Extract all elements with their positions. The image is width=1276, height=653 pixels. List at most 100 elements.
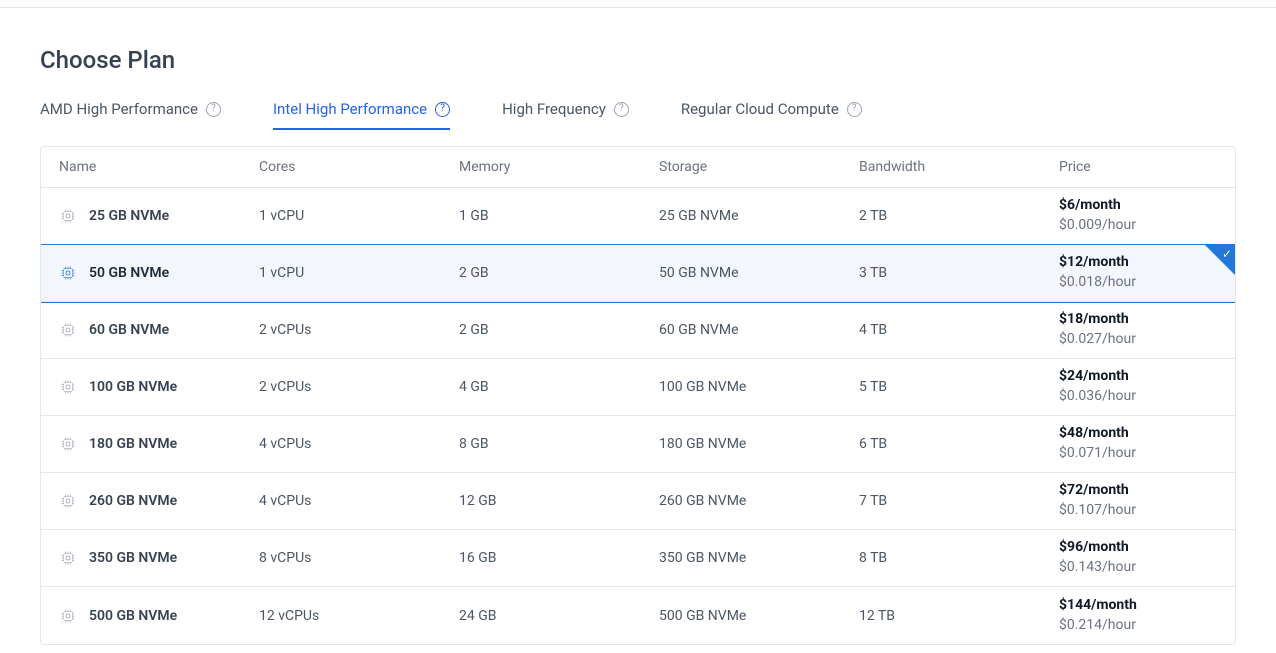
price-per-hour: $0.018/hour (1059, 273, 1217, 293)
plan-memory: 2 GB (459, 265, 659, 281)
plan-cores: 1 vCPU (259, 208, 459, 224)
plan-name-cell: 180 GB NVMe (59, 435, 259, 453)
tab-intel-high-performance[interactable]: Intel High Performance ? (273, 100, 450, 130)
plan-price: $96/month$0.143/hour (1059, 538, 1217, 577)
price-per-hour: $0.027/hour (1059, 330, 1217, 350)
top-border (0, 0, 1276, 8)
selected-check-icon: ✓ (1205, 245, 1235, 275)
plan-price: $144/month$0.214/hour (1059, 596, 1217, 635)
plan-storage: 100 GB NVMe (659, 379, 859, 395)
column-header-price: Price (1059, 159, 1217, 175)
plan-storage: 260 GB NVMe (659, 493, 859, 509)
help-icon[interactable]: ? (847, 102, 862, 117)
chip-icon (59, 321, 77, 339)
price-per-hour: $0.009/hour (1059, 216, 1217, 236)
tab-label: High Frequency (502, 100, 606, 118)
plan-type-tabs: AMD High Performance ? Intel High Perfor… (40, 100, 1236, 130)
price-per-month: $144/month (1059, 596, 1217, 616)
plan-price: $24/month$0.036/hour (1059, 367, 1217, 406)
plan-memory: 2 GB (459, 322, 659, 338)
help-icon[interactable]: ? (614, 102, 629, 117)
plan-name: 25 GB NVMe (89, 208, 169, 224)
plan-storage: 350 GB NVMe (659, 550, 859, 566)
plan-memory: 16 GB (459, 550, 659, 566)
column-header-name: Name (59, 159, 259, 175)
plan-name-cell: 50 GB NVMe (59, 264, 259, 282)
plan-bandwidth: 6 TB (859, 436, 1059, 452)
plan-name-cell: 350 GB NVMe (59, 549, 259, 567)
tab-label: Regular Cloud Compute (681, 100, 839, 118)
plan-bandwidth: 12 TB (859, 608, 1059, 624)
table-row[interactable]: 60 GB NVMe2 vCPUs2 GB60 GB NVMe4 TB$18/m… (41, 302, 1235, 359)
chip-icon (59, 435, 77, 453)
plan-name-cell: 25 GB NVMe (59, 207, 259, 225)
price-per-month: $72/month (1059, 481, 1217, 501)
tab-amd-high-performance[interactable]: AMD High Performance ? (40, 100, 221, 130)
help-icon[interactable]: ? (435, 102, 450, 117)
price-per-month: $6/month (1059, 196, 1217, 216)
plan-bandwidth: 2 TB (859, 208, 1059, 224)
column-header-cores: Cores (259, 159, 459, 175)
tab-label: Intel High Performance (273, 100, 427, 118)
plan-storage: 60 GB NVMe (659, 322, 859, 338)
table-row[interactable]: 350 GB NVMe8 vCPUs16 GB350 GB NVMe8 TB$9… (41, 530, 1235, 587)
plan-memory: 12 GB (459, 493, 659, 509)
plan-bandwidth: 7 TB (859, 493, 1059, 509)
plan-price: $12/month$0.018/hour (1059, 253, 1217, 292)
table-header: Name Cores Memory Storage Bandwidth Pric… (41, 147, 1235, 188)
plan-price: $72/month$0.107/hour (1059, 481, 1217, 520)
plan-memory: 8 GB (459, 436, 659, 452)
plan-name: 180 GB NVMe (89, 436, 177, 452)
plan-cores: 4 vCPUs (259, 493, 459, 509)
table-row[interactable]: 50 GB NVMe1 vCPU2 GB50 GB NVMe3 TB$12/mo… (41, 245, 1235, 302)
chip-icon (59, 492, 77, 510)
plan-cores: 4 vCPUs (259, 436, 459, 452)
table-row[interactable]: 260 GB NVMe4 vCPUs12 GB260 GB NVMe7 TB$7… (41, 473, 1235, 530)
plan-cores: 1 vCPU (259, 265, 459, 281)
plan-memory: 24 GB (459, 608, 659, 624)
price-per-month: $96/month (1059, 538, 1217, 558)
plan-storage: 180 GB NVMe (659, 436, 859, 452)
plan-storage: 50 GB NVMe (659, 265, 859, 281)
plan-cores: 2 vCPUs (259, 322, 459, 338)
plan-memory: 4 GB (459, 379, 659, 395)
plan-price: $48/month$0.071/hour (1059, 424, 1217, 463)
price-per-month: $12/month (1059, 253, 1217, 273)
table-row[interactable]: 500 GB NVMe12 vCPUs24 GB500 GB NVMe12 TB… (41, 587, 1235, 644)
plan-name: 500 GB NVMe (89, 608, 177, 624)
table-row[interactable]: 180 GB NVMe4 vCPUs8 GB180 GB NVMe6 TB$48… (41, 416, 1235, 473)
price-per-month: $18/month (1059, 310, 1217, 330)
plan-bandwidth: 3 TB (859, 265, 1059, 281)
plan-name-cell: 60 GB NVMe (59, 321, 259, 339)
plan-name: 350 GB NVMe (89, 550, 177, 566)
plan-bandwidth: 4 TB (859, 322, 1059, 338)
plan-cores: 2 vCPUs (259, 379, 459, 395)
plan-bandwidth: 8 TB (859, 550, 1059, 566)
chip-icon (59, 378, 77, 396)
price-per-hour: $0.036/hour (1059, 387, 1217, 407)
help-icon[interactable]: ? (206, 102, 221, 117)
plans-table: Name Cores Memory Storage Bandwidth Pric… (40, 146, 1236, 645)
price-per-hour: $0.071/hour (1059, 444, 1217, 464)
price-per-hour: $0.107/hour (1059, 501, 1217, 521)
price-per-month: $48/month (1059, 424, 1217, 444)
chip-icon (59, 607, 77, 625)
column-header-storage: Storage (659, 159, 859, 175)
plan-cores: 8 vCPUs (259, 550, 459, 566)
price-per-hour: $0.214/hour (1059, 616, 1217, 636)
tab-high-frequency[interactable]: High Frequency ? (502, 100, 629, 130)
column-header-bandwidth: Bandwidth (859, 159, 1059, 175)
plan-cores: 12 vCPUs (259, 608, 459, 624)
plan-storage: 500 GB NVMe (659, 608, 859, 624)
plan-memory: 1 GB (459, 208, 659, 224)
tab-regular-cloud-compute[interactable]: Regular Cloud Compute ? (681, 100, 862, 130)
plan-price: $18/month$0.027/hour (1059, 310, 1217, 349)
table-row[interactable]: 25 GB NVMe1 vCPU1 GB25 GB NVMe2 TB$6/mon… (41, 188, 1235, 245)
table-row[interactable]: 100 GB NVMe2 vCPUs4 GB100 GB NVMe5 TB$24… (41, 359, 1235, 416)
plan-name: 260 GB NVMe (89, 493, 177, 509)
plan-name: 50 GB NVMe (89, 265, 169, 281)
page-title: Choose Plan (40, 46, 1236, 74)
plan-name-cell: 500 GB NVMe (59, 607, 259, 625)
price-per-hour: $0.143/hour (1059, 558, 1217, 578)
plan-name: 60 GB NVMe (89, 322, 169, 338)
